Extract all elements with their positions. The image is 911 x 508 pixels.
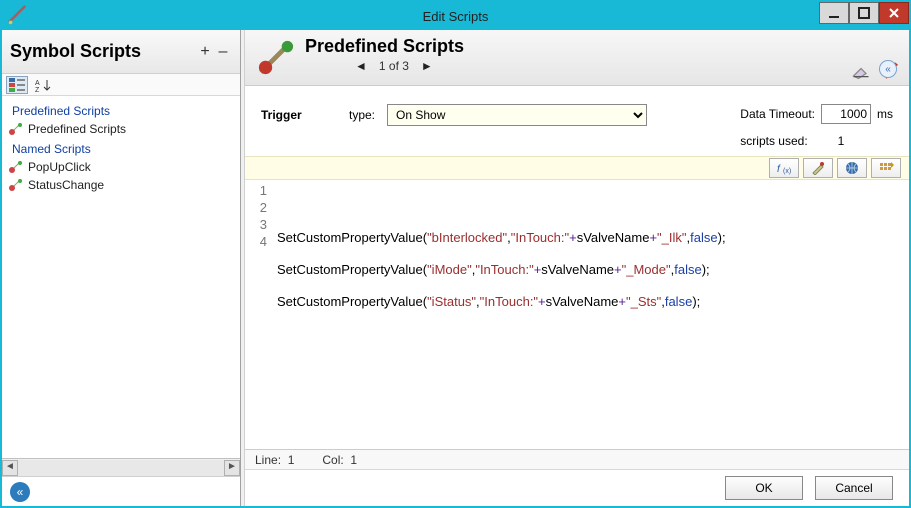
tree-group-named: Named Scripts <box>2 138 240 158</box>
globe-button[interactable] <box>837 158 867 178</box>
ok-button[interactable]: OK <box>725 476 803 500</box>
script-icon <box>8 122 24 136</box>
tree-item-popupclick[interactable]: PopUpClick <box>2 158 240 176</box>
scroll-right-icon[interactable]: ► <box>224 460 240 476</box>
window-buttons <box>819 2 909 24</box>
close-button[interactable] <box>879 2 909 24</box>
add-script-button[interactable]: + <box>196 43 214 61</box>
window-frame: Edit Scripts Symbol Scripts + – AZ <box>0 0 911 508</box>
status-line-label: Line: <box>255 453 281 467</box>
scripts-used-value: 1 <box>838 134 845 148</box>
code-content[interactable]: SetCustomPropertyValue("bInterlocked","I… <box>273 180 909 449</box>
tree-item-label: StatusChange <box>28 178 104 192</box>
view-list-icon[interactable] <box>6 76 28 94</box>
pager: ◄ 1 of 3 ► <box>305 59 464 73</box>
right-panel-title: Predefined Scripts <box>305 36 464 57</box>
keypad-button[interactable] <box>871 158 901 178</box>
right-header: Predefined Scripts ◄ 1 of 3 ► « <box>245 30 909 86</box>
cancel-button[interactable]: Cancel <box>815 476 893 500</box>
trigger-label: Trigger <box>261 104 321 122</box>
palette-button[interactable] <box>803 158 833 178</box>
maximize-button[interactable] <box>849 2 879 24</box>
eraser-icon[interactable] <box>851 61 871 79</box>
tree-group-predefined: Predefined Scripts <box>2 100 240 120</box>
scrollbar-track[interactable] <box>18 460 224 476</box>
svg-text:A: A <box>35 80 40 87</box>
tree-item-predefined-scripts[interactable]: Predefined Scripts <box>2 120 240 138</box>
predefined-scripts-icon <box>255 36 297 78</box>
pager-prev-button[interactable]: ◄ <box>355 59 367 73</box>
data-timeout-unit: ms <box>877 107 893 121</box>
window-title: Edit Scripts <box>2 9 909 24</box>
minimize-button[interactable] <box>819 2 849 24</box>
titlebar: Edit Scripts <box>2 2 909 30</box>
svg-text:Z: Z <box>35 87 40 92</box>
status-col-label: Col: <box>322 453 343 467</box>
status-line: 1 <box>288 453 295 467</box>
pager-text: 1 of 3 <box>379 59 409 73</box>
trigger-type-select[interactable]: On Show <box>387 104 647 126</box>
tree-item-label: PopUpClick <box>28 160 91 174</box>
left-panel: Symbol Scripts + – AZ Predefined Scripts… <box>2 30 240 506</box>
status-col: 1 <box>350 453 357 467</box>
pager-next-button[interactable]: ► <box>421 59 433 73</box>
remove-script-button[interactable]: – <box>214 43 232 61</box>
data-timeout-label: Data Timeout: <box>740 107 815 121</box>
app-icon <box>6 5 28 27</box>
script-icon <box>8 160 24 174</box>
svg-text:(x): (x) <box>783 168 791 175</box>
fx-button[interactable]: f(x) <box>769 158 799 178</box>
parameter-area: Trigger type: On Show Data Timeout: ms s… <box>245 86 909 156</box>
left-header: Symbol Scripts + – <box>2 30 240 74</box>
code-editor[interactable]: 1234 SetCustomPropertyValue("bInterlocke… <box>245 180 909 449</box>
tree-item-label: Predefined Scripts <box>28 122 126 136</box>
line-gutter: 1234 <box>245 180 273 449</box>
h-scrollbar[interactable]: ◄ ► <box>2 458 240 476</box>
script-tree: Predefined Scripts Predefined Scripts Na… <box>2 96 240 458</box>
scripts-used-label: scripts used: <box>740 134 807 148</box>
left-toolbar: AZ <box>2 74 240 96</box>
collapse-header-button[interactable]: « <box>879 60 897 78</box>
dialog-button-row: OK Cancel <box>245 470 909 506</box>
sort-icon[interactable]: AZ <box>32 76 54 94</box>
data-timeout-input[interactable] <box>821 104 871 124</box>
left-panel-title: Symbol Scripts <box>10 41 196 62</box>
svg-text:f: f <box>777 164 781 175</box>
tree-item-statuschange[interactable]: StatusChange <box>2 176 240 194</box>
collapse-panel-button[interactable]: « <box>10 482 30 502</box>
statusbar: Line: 1 Col: 1 <box>245 449 909 469</box>
editor-toolbar: f(x) <box>245 156 909 180</box>
scroll-left-icon[interactable]: ◄ <box>2 460 18 476</box>
left-footer: « <box>2 476 240 506</box>
script-icon <box>8 178 24 192</box>
type-label: type: <box>349 108 375 122</box>
right-panel: Predefined Scripts ◄ 1 of 3 ► « Trigger … <box>245 30 909 506</box>
